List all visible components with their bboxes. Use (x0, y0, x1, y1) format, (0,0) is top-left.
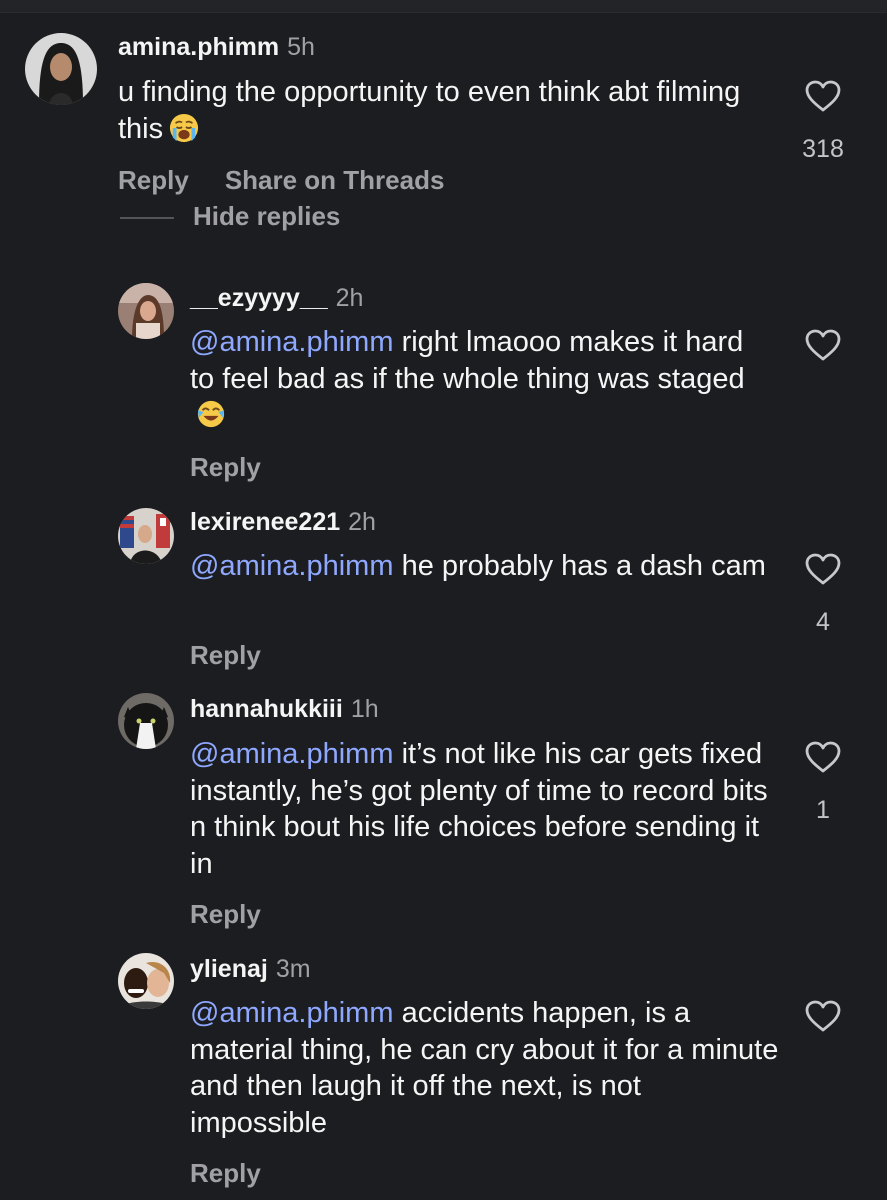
avatar-image (118, 508, 174, 564)
comment-body: u finding the opportunity to even think … (118, 76, 741, 145)
like-count: 318 (802, 135, 844, 163)
username[interactable]: ylienaj (190, 955, 268, 983)
loudly-crying-face-icon (170, 113, 199, 142)
like-button[interactable] (804, 328, 842, 362)
avatar[interactable] (25, 33, 97, 105)
heart-icon (805, 741, 841, 773)
like-count: 4 (816, 608, 830, 636)
reply-button[interactable]: Reply (190, 899, 261, 929)
reply-button[interactable]: Reply (190, 640, 261, 670)
username[interactable]: hannahukkiii (190, 695, 343, 723)
comment-text: @amina.phimm it’s not like his car gets … (190, 736, 780, 882)
mention-link[interactable]: @amina.phimm (190, 550, 394, 582)
reply-button[interactable]: Reply (118, 165, 189, 195)
reply-button[interactable]: Reply (190, 1158, 261, 1188)
avatar-image (118, 283, 174, 339)
comment-actions: Reply (190, 452, 297, 483)
like-button[interactable] (804, 999, 842, 1033)
mention-link[interactable]: @amina.phimm (190, 997, 394, 1029)
avatar-image (118, 693, 174, 749)
heart-icon (805, 80, 841, 112)
reply-button[interactable]: Reply (190, 452, 261, 482)
heart-icon (805, 1000, 841, 1032)
heart-icon (805, 553, 841, 585)
comment-header: hannahukkiii 1h (190, 694, 379, 724)
comment-text: @amina.phimm right lmaooo makes it hard … (190, 324, 760, 434)
avatar[interactable] (118, 953, 174, 1009)
comment-header: lexirenee221 2h (190, 507, 376, 537)
username[interactable]: amina.phimm (118, 33, 279, 61)
like-count: 1 (816, 796, 830, 824)
comment-actions: Reply (190, 1158, 297, 1189)
avatar[interactable] (118, 693, 174, 749)
comment-header: amina.phimm 5h (118, 32, 315, 62)
comment-body: he probably has a dash cam (401, 550, 766, 582)
mention-link[interactable]: @amina.phimm (190, 738, 394, 770)
timestamp: 3m (275, 955, 311, 983)
timestamp: 5h (287, 33, 315, 61)
heart-icon (805, 329, 841, 361)
top-separator (0, 0, 887, 13)
timestamp: 2h (348, 508, 376, 536)
avatar[interactable] (118, 283, 174, 339)
username[interactable]: lexirenee221 (190, 508, 340, 536)
like-button[interactable] (804, 740, 842, 774)
comment-text: @amina.phimm accidents happen, is a mate… (190, 995, 780, 1141)
comment-actions: Reply (190, 899, 297, 930)
mention-link[interactable]: @amina.phimm (190, 326, 394, 358)
timestamp: 2h (335, 284, 364, 312)
comment-header: ylienaj 3m (190, 954, 311, 984)
comment-actions: Reply Share on Threads (118, 165, 480, 196)
avatar-image (118, 953, 174, 1009)
divider-line (120, 217, 174, 219)
hide-replies-button[interactable]: Hide replies (193, 201, 340, 232)
like-button[interactable] (804, 552, 842, 586)
avatar[interactable] (118, 508, 174, 564)
comment-actions: Reply (190, 640, 297, 671)
comment-text: u finding the opportunity to even think … (118, 74, 758, 147)
timestamp: 1h (350, 695, 379, 723)
comment-header: __ezyyyy__ 2h (190, 283, 363, 313)
username[interactable]: __ezyyyy__ (190, 284, 328, 312)
comment-text: @amina.phimm he probably has a dash cam (190, 548, 780, 585)
like-button[interactable] (804, 79, 842, 113)
face-with-tears-of-joy-icon (197, 400, 225, 428)
share-on-threads-button[interactable]: Share on Threads (225, 165, 445, 195)
avatar-image (25, 33, 97, 105)
